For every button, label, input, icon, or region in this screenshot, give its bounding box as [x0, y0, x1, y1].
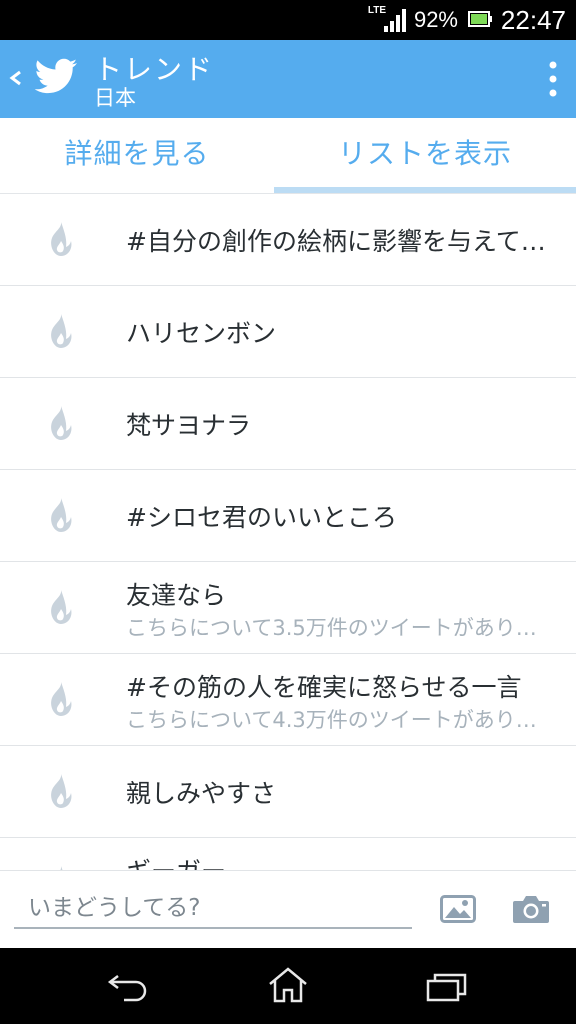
app-bar: トレンド 日本 [0, 40, 576, 118]
battery-percent: 92% [413, 7, 458, 32]
overflow-menu-icon[interactable] [548, 60, 558, 98]
signal-icon [384, 9, 406, 32]
list-item[interactable]: ギーガー [0, 838, 576, 870]
flame-icon [51, 590, 72, 624]
trend-list: #自分の創作の絵柄に影響を与えて… ハリセンボン 梵サヨナラ #シロセ君のいいと… [0, 194, 576, 870]
compose-input[interactable] [14, 889, 412, 929]
list-item[interactable]: ハリセンボン [0, 286, 576, 378]
flame-icon [51, 314, 72, 348]
photo-icon[interactable] [440, 895, 476, 923]
trend-name: ハリセンボン [126, 319, 277, 348]
back-icon[interactable] [6, 64, 24, 92]
status-bar: LTE 92% 22:47 [0, 0, 576, 40]
list-item[interactable]: 親しみやすさ [0, 746, 576, 838]
system-nav-bar [0, 948, 576, 1024]
trend-description: こちらについて4.3万件のツイートがあり… [126, 708, 537, 732]
camera-icon[interactable] [512, 893, 550, 925]
battery-icon [468, 11, 492, 27]
clock: 22:47 [500, 5, 566, 35]
list-item[interactable]: #その筋の人を確実に怒らせる一言 こちらについて4.3万件のツイートがあり… [0, 654, 576, 746]
tab-list[interactable]: リストを表示 [274, 118, 576, 193]
trend-name: 友達なら [126, 581, 227, 610]
twitter-bird-icon[interactable] [34, 57, 78, 97]
list-item[interactable]: 友達なら こちらについて3.5万件のツイートがあり… [0, 562, 576, 654]
compose-bar [0, 870, 576, 949]
nav-recent-apps-icon[interactable] [426, 972, 468, 1002]
nav-back-icon[interactable] [106, 970, 150, 1002]
flame-icon [51, 774, 72, 808]
list-item[interactable]: #シロセ君のいいところ [0, 470, 576, 562]
flame-icon [51, 682, 72, 716]
page-subtitle: 日本 [94, 86, 136, 110]
list-item[interactable]: 梵サヨナラ [0, 378, 576, 470]
tab-details[interactable]: 詳細を見る [0, 118, 274, 193]
nav-home-icon[interactable] [266, 966, 310, 1004]
list-item[interactable]: #自分の創作の絵柄に影響を与えて… [0, 194, 576, 286]
trend-name: 梵サヨナラ [126, 411, 252, 440]
trend-name: #自分の創作の絵柄に影響を与えて… [126, 227, 546, 256]
trend-name: ギーガー [126, 852, 546, 870]
tab-bar: 詳細を見る リストを表示 [0, 118, 576, 194]
flame-icon [51, 406, 72, 440]
flame-icon [51, 498, 72, 532]
trend-description: こちらについて3.5万件のツイートがあり… [126, 616, 537, 640]
trend-name: #シロセ君のいいところ [126, 503, 397, 532]
tab-selected-indicator [274, 187, 576, 193]
trend-name: #その筋の人を確実に怒らせる一言 [126, 673, 522, 702]
trend-name: 親しみやすさ [126, 779, 277, 808]
flame-icon [51, 222, 72, 256]
